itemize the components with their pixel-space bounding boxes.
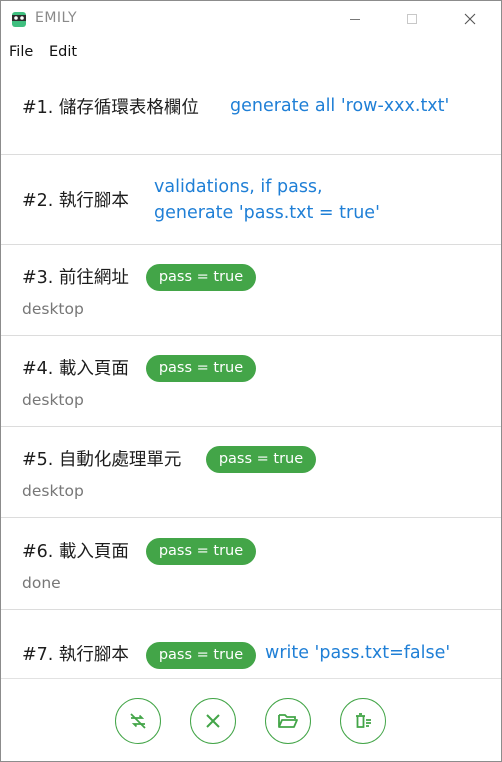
step-subtitle: done xyxy=(22,574,61,592)
bottom-toolbar xyxy=(1,678,501,761)
step-item[interactable]: #6. 載入頁面 pass = true done xyxy=(1,518,501,610)
step-item[interactable]: #1. 儲存循環表格欄位 generate all 'row-xxx.txt' xyxy=(1,67,501,155)
window-title: EMILY xyxy=(35,10,78,26)
maximize-icon xyxy=(407,14,417,24)
app-logo-icon xyxy=(12,12,26,27)
status-badge: pass = true xyxy=(146,538,256,565)
minimize-icon xyxy=(350,19,360,20)
step-title: #4. 載入頁面 xyxy=(22,359,129,379)
step-item[interactable]: #2. 執行腳本 validations, if pass, generate … xyxy=(1,154,501,245)
step-item[interactable]: #3. 前往網址 pass = true desktop xyxy=(1,245,501,336)
step-title: #5. 自動化處理單元 xyxy=(22,450,182,470)
step-title: #2. 執行腳本 xyxy=(22,191,129,211)
close-icon xyxy=(206,714,220,728)
step-note: generate all 'row-xxx.txt' xyxy=(230,96,450,116)
title-bar: EMILY xyxy=(1,1,501,37)
menu-bar: File Edit xyxy=(1,37,501,67)
app-window: EMILY File Edit #1. 儲存循環表格欄位 generate al… xyxy=(0,0,502,762)
step-item[interactable]: #4. 載入頁面 pass = true desktop xyxy=(1,336,501,427)
step-note: validations, if pass, xyxy=(154,177,323,197)
status-badge: pass = true xyxy=(146,642,256,669)
menu-file[interactable]: File xyxy=(9,44,33,60)
step-item[interactable]: #7. 執行腳本 pass = true write 'pass.txt=fal… xyxy=(1,610,501,677)
repeat-off-icon xyxy=(130,713,146,729)
minimize-button[interactable] xyxy=(332,1,378,37)
status-badge: pass = true xyxy=(146,264,256,291)
step-note: write 'pass.txt=false' xyxy=(265,643,451,663)
close-window-button[interactable] xyxy=(447,1,493,37)
step-list: #1. 儲存循環表格欄位 generate all 'row-xxx.txt' … xyxy=(1,67,501,677)
close-icon xyxy=(464,13,476,25)
step-note: generate 'pass.txt = true' xyxy=(154,203,380,223)
delete-list-button[interactable] xyxy=(340,698,386,744)
maximize-button[interactable] xyxy=(389,1,435,37)
folder-open-icon xyxy=(278,714,298,728)
step-title: #6. 載入頁面 xyxy=(22,542,129,562)
cancel-button[interactable] xyxy=(190,698,236,744)
step-title: #1. 儲存循環表格欄位 xyxy=(22,98,199,118)
step-title: #7. 執行腳本 xyxy=(22,645,129,665)
step-title: #3. 前往網址 xyxy=(22,268,129,288)
step-subtitle: desktop xyxy=(22,391,84,409)
step-item[interactable]: #5. 自動化處理單元 pass = true desktop xyxy=(1,427,501,518)
open-folder-button[interactable] xyxy=(265,698,311,744)
step-subtitle: desktop xyxy=(22,300,84,318)
repeat-off-button[interactable] xyxy=(115,698,161,744)
menu-edit[interactable]: Edit xyxy=(49,44,77,60)
step-subtitle: desktop xyxy=(22,482,84,500)
status-badge: pass = true xyxy=(146,355,256,382)
status-badge: pass = true xyxy=(206,446,316,473)
delete-list-icon xyxy=(356,713,371,728)
